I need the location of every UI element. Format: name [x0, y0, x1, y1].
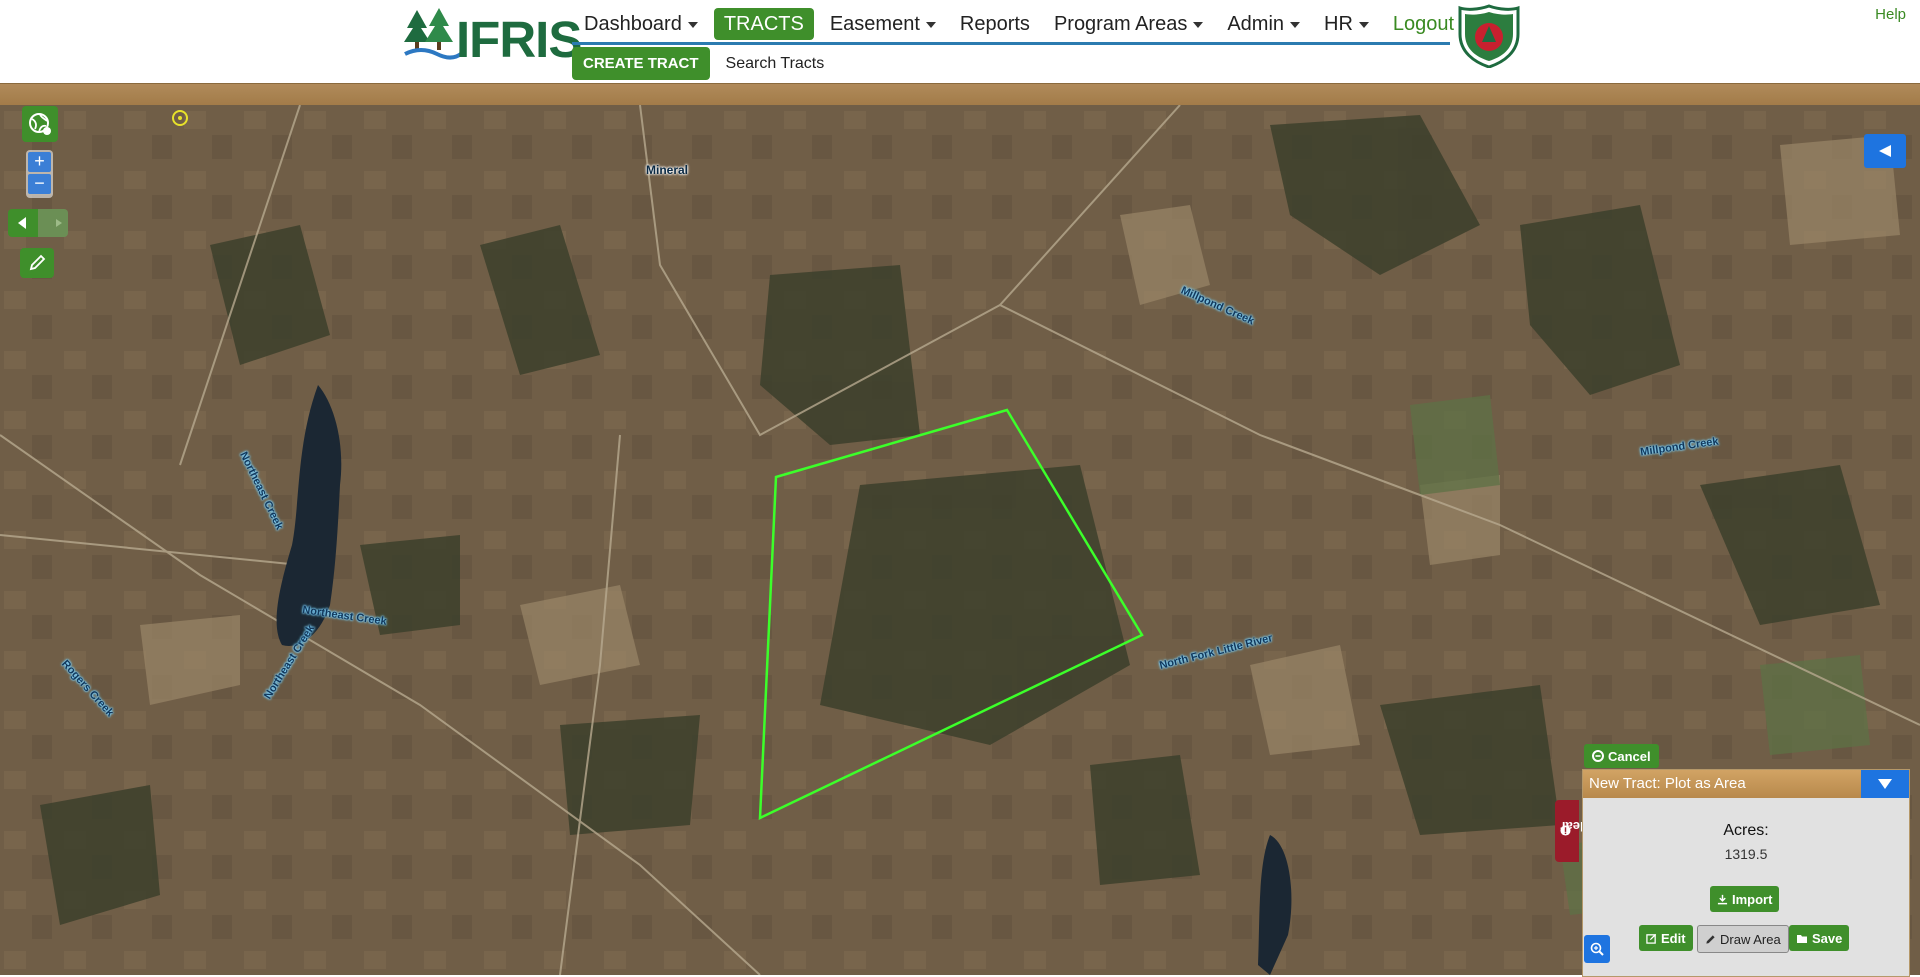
pencil-icon — [1706, 934, 1715, 944]
edit-square-icon — [1646, 933, 1657, 944]
cancel-circle-icon — [1592, 750, 1604, 762]
panel-title: New Tract: Plot as Area — [1589, 775, 1746, 792]
help-link[interactable]: Help — [1875, 6, 1906, 23]
triangle-left-icon — [1879, 145, 1891, 157]
sub-nav: CREATE TRACT Search Tracts — [572, 47, 824, 80]
pencil-icon — [29, 254, 46, 271]
zoom-control: + − — [26, 150, 53, 198]
triangle-down-icon — [1878, 779, 1892, 789]
cancel-button[interactable]: Cancel — [1584, 744, 1659, 768]
nav-hr-label: HR — [1324, 13, 1353, 35]
nav-admin-label: Admin — [1227, 13, 1285, 35]
caret-down-icon — [1193, 22, 1204, 28]
download-icon — [1717, 894, 1728, 904]
save-button[interactable]: Save — [1789, 925, 1850, 951]
panel-header: New Tract: Plot as Area — [1583, 770, 1909, 798]
nav-hr[interactable]: HR — [1312, 7, 1381, 41]
ifris-logo[interactable]: IFRIS — [403, 6, 582, 68]
edit-button[interactable]: Edit — [1639, 925, 1693, 951]
nav-reports-label: Reports — [959, 13, 1030, 35]
acres-value: 1319.5 — [1724, 846, 1768, 862]
arrow-left-icon — [18, 217, 62, 229]
caret-down-icon — [687, 22, 698, 28]
nav-reports[interactable]: Reports — [948, 7, 1042, 41]
import-label: Import — [1732, 891, 1773, 907]
layers-button[interactable] — [22, 106, 58, 142]
draw-tool-button[interactable] — [20, 248, 54, 278]
globe-layers-icon — [29, 113, 51, 135]
zoom-in-button[interactable]: + — [28, 152, 51, 172]
nav-dashboard-label: Dashboard — [584, 13, 682, 35]
zoom-to-tract-button[interactable] — [1584, 935, 1610, 963]
import-button[interactable]: Import — [1710, 886, 1780, 912]
search-tracts-link[interactable]: Search Tracts — [726, 55, 825, 73]
create-tract-button[interactable]: CREATE TRACT — [572, 47, 710, 80]
virginia-forestry-seal — [1458, 4, 1520, 69]
header-divider-bar — [0, 83, 1920, 106]
caret-down-icon — [1290, 22, 1301, 28]
forestry-shield-icon — [1458, 4, 1520, 69]
nav-dashboard[interactable]: Dashboard — [572, 7, 710, 41]
main-nav: Dashboard TRACTS Easement Reports Progra… — [572, 6, 1454, 45]
cancel-label: Cancel — [1608, 748, 1651, 764]
collapse-panel-button[interactable] — [1861, 770, 1909, 798]
clear-button[interactable]: Clear — [1555, 800, 1593, 862]
caret-down-icon — [1358, 22, 1369, 28]
tree-logo-icon — [404, 8, 465, 60]
nav-program-areas-label: Program Areas — [1053, 13, 1188, 35]
toggle-tools-button[interactable] — [8, 209, 68, 237]
nav-logout[interactable]: Logout — [1381, 7, 1466, 41]
zoom-out-button[interactable]: − — [28, 174, 51, 194]
map-label-town: Mineral — [646, 163, 689, 177]
acres-label: Acres: — [1723, 822, 1769, 839]
side-panel-toggle[interactable] — [1864, 134, 1906, 168]
caret-down-icon — [925, 22, 936, 28]
save-label: Save — [1812, 930, 1843, 946]
new-tract-panel: New Tract: Plot as Area Acres: 1319.5 Im… — [1582, 769, 1910, 977]
nav-logout-label: Logout — [1392, 13, 1455, 35]
draw-area-label: Draw Area — [1720, 931, 1781, 947]
nav-easement[interactable]: Easement — [818, 7, 948, 41]
location-marker-icon — [172, 110, 188, 126]
edit-label: Edit — [1661, 930, 1686, 946]
logo-text: IFRIS — [456, 11, 582, 68]
nav-easement-label: Easement — [829, 13, 920, 35]
nav-admin[interactable]: Admin — [1215, 7, 1312, 41]
nav-program-areas[interactable]: Program Areas — [1042, 7, 1215, 41]
folder-icon — [1797, 934, 1807, 943]
nav-tracts-label: TRACTS — [723, 13, 804, 35]
nav-tracts[interactable]: TRACTS — [713, 8, 814, 40]
draw-area-button[interactable]: Draw Area — [1697, 925, 1789, 953]
app-header: IFRIS Dashboard TRACTS Easement Reports … — [0, 0, 1920, 83]
magnifier-zoom-icon — [1590, 942, 1604, 956]
